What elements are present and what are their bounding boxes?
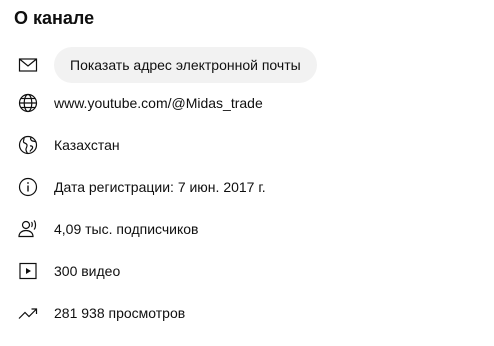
info-icon [16,175,40,199]
person-icon [16,217,40,241]
email-row: Показать адрес электронной почты [16,47,317,83]
play-box-icon [16,259,40,283]
videos-count-text: 300 видео [54,263,121,279]
subscribers-row: 4,09 тыс. подписчиков [16,217,198,241]
country-row: Казахстан [16,133,120,157]
section-title: О канале [14,8,95,28]
joined-row: Дата регистрации: 7 июн. 2017 г. [16,175,266,199]
show-email-button[interactable]: Показать адрес электронной почты [54,47,317,83]
views-count-text: 281 938 просмотров [54,305,186,321]
mail-icon [16,53,40,77]
about-channel-panel: О канале Показать адрес электронной почт… [0,0,494,346]
trending-icon [16,301,40,325]
country-text: Казахстан [54,137,120,153]
subscribers-text: 4,09 тыс. подписчиков [54,221,199,237]
videos-row: 300 видео [16,259,120,283]
views-row: 281 938 просмотров [16,301,185,325]
earth-icon [16,133,40,157]
joined-date-text: Дата регистрации: 7 июн. 2017 г. [54,179,266,195]
globe-icon [16,91,40,115]
website-row: www.youtube.com/@Midas_trade [16,91,263,115]
website-link[interactable]: www.youtube.com/@Midas_trade [54,93,263,113]
